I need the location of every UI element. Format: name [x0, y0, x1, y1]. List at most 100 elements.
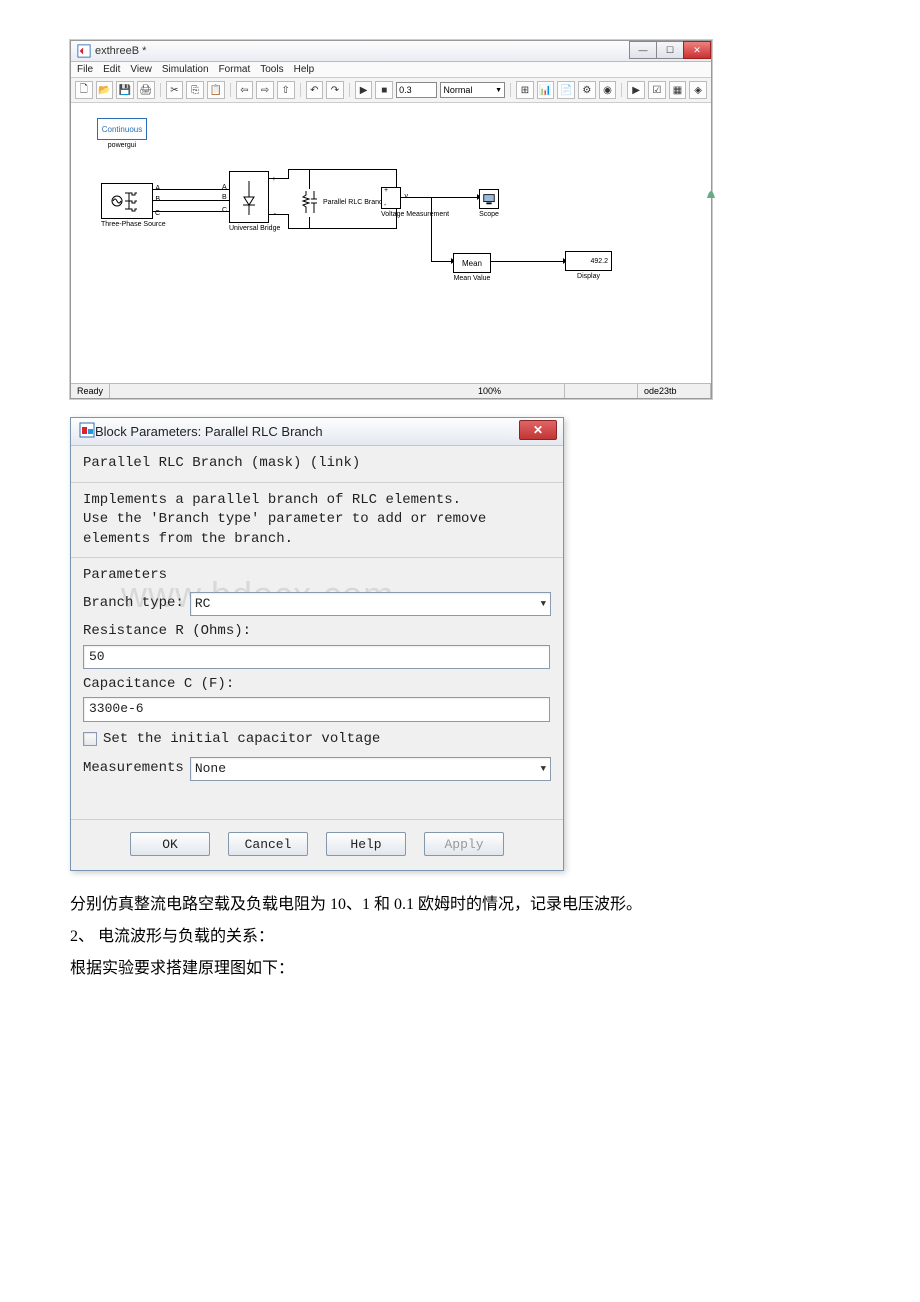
- maximize-button[interactable]: ☐: [656, 41, 684, 59]
- branch-type-label: Branch type:: [83, 594, 184, 614]
- save-icon[interactable]: 💾: [116, 81, 134, 99]
- side-decoration: [707, 184, 715, 198]
- simulink-menubar: File Edit View Simulation Format Tools H…: [71, 62, 711, 78]
- ok-button[interactable]: OK: [130, 832, 210, 856]
- cn-line1: 分别仿真整流电路空载及负载电阻为 10、1 和 0.1 欧姆时的情况，记录电压波…: [70, 889, 850, 921]
- apply-button[interactable]: Apply: [424, 832, 504, 856]
- display-value: 492.2: [565, 251, 612, 271]
- mean-text: Mean: [453, 253, 491, 273]
- chevron-down-icon: ▼: [541, 598, 546, 611]
- capacitance-label: Capacitance C (F):: [83, 675, 551, 695]
- bridge-port-b: B: [222, 194, 227, 201]
- branch-type-select[interactable]: RC ▼: [190, 592, 551, 616]
- vm-plus: +: [384, 187, 388, 194]
- three-phase-label: Three-Phase Source: [101, 221, 166, 228]
- menu-edit[interactable]: Edit: [103, 64, 120, 75]
- tool-icon-1[interactable]: ⊞: [516, 81, 534, 99]
- capacitance-input[interactable]: 3300e-6: [83, 697, 550, 721]
- menu-help[interactable]: Help: [294, 64, 315, 75]
- tool-icon-5[interactable]: ◉: [599, 81, 617, 99]
- measurements-value: None: [195, 760, 226, 778]
- print-icon[interactable]: 🖨: [137, 81, 155, 99]
- display-label: Display: [565, 273, 612, 280]
- dialog-desc-line2: Use the 'Branch type' parameter to add o…: [83, 510, 551, 549]
- tool-icon-7[interactable]: ☑: [648, 81, 666, 99]
- bridge-port-a: A: [222, 184, 227, 191]
- menu-simulation[interactable]: Simulation: [162, 64, 209, 75]
- measurements-label: Measurements: [83, 759, 184, 779]
- dialog-close-button[interactable]: ✕: [519, 420, 557, 440]
- set-initial-checkbox[interactable]: [83, 732, 97, 746]
- minimize-button[interactable]: —: [629, 41, 657, 59]
- chevron-down-icon: ▼: [541, 763, 546, 776]
- cn-line3: 根据实验要求搭建原理图如下：: [70, 953, 850, 985]
- rlc-branch-block[interactable]: Parallel RLC Branch: [301, 189, 319, 217]
- stop-time-field[interactable]: 0.3: [396, 82, 437, 98]
- close-button[interactable]: ✕: [683, 41, 711, 59]
- mode-select[interactable]: Normal▼: [440, 82, 505, 98]
- set-initial-label: Set the initial capacitor voltage: [103, 730, 380, 750]
- simulink-statusbar: Ready 100% ode23tb: [71, 383, 711, 398]
- stop-icon[interactable]: ■: [375, 81, 393, 99]
- open-icon[interactable]: 📂: [96, 81, 114, 99]
- dialog-desc-line1: Implements a parallel branch of RLC elem…: [83, 491, 551, 511]
- simulink-titlebar: exthreeB * — ☐ ✕: [71, 41, 711, 62]
- menu-format[interactable]: Format: [219, 64, 251, 75]
- scope-block[interactable]: Scope: [479, 189, 499, 218]
- bridge-port-c: C: [222, 207, 227, 214]
- help-button[interactable]: Help: [326, 832, 406, 856]
- simulink-title: exthreeB *: [95, 45, 146, 57]
- dialog-description: Implements a parallel branch of RLC elem…: [71, 483, 563, 559]
- resistance-input[interactable]: 50: [83, 645, 550, 669]
- tool-icon-9[interactable]: ◈: [689, 81, 707, 99]
- cancel-button[interactable]: Cancel: [228, 832, 308, 856]
- back-icon[interactable]: ⇦: [236, 81, 254, 99]
- menu-view[interactable]: View: [130, 64, 152, 75]
- copy-icon[interactable]: ⎘: [186, 81, 204, 99]
- universal-bridge-block[interactable]: A B C + - Universal Bridge: [229, 171, 280, 232]
- up-icon[interactable]: ⇧: [277, 81, 295, 99]
- parameters-label: Parameters: [83, 566, 551, 586]
- simulink-toolbar: 🗋 📂 💾 🖨 ✂ ⎘ 📋 ⇦ ⇨ ⇧ ↶ ↷ ▶ ■ 0.3 Normal▼ …: [71, 78, 711, 103]
- scope-label: Scope: [479, 211, 499, 218]
- tool-icon-2[interactable]: 📊: [537, 81, 555, 99]
- simulink-dialog-icon: [79, 422, 95, 441]
- dialog-titlebar: Block Parameters: Parallel RLC Branch ✕: [71, 418, 563, 446]
- vm-minus: -: [384, 202, 386, 209]
- document-text: 分别仿真整流电路空载及负载电阻为 10、1 和 0.1 欧姆时的情况，记录电压波…: [70, 889, 850, 985]
- redo-icon[interactable]: ↷: [326, 81, 344, 99]
- resistance-label: Resistance R (Ohms):: [83, 622, 551, 642]
- simulink-icon: [77, 44, 91, 58]
- cut-icon[interactable]: ✂: [166, 81, 184, 99]
- new-icon[interactable]: 🗋: [75, 81, 93, 99]
- menu-file[interactable]: File: [77, 64, 93, 75]
- voltage-measurement-block[interactable]: + - v Voltage Measurement: [381, 187, 449, 218]
- powergui-block[interactable]: Continuous powergui: [97, 118, 147, 149]
- tool-icon-3[interactable]: 📄: [557, 81, 575, 99]
- paste-icon[interactable]: 📋: [207, 81, 225, 99]
- measurements-select[interactable]: None ▼: [190, 757, 551, 781]
- menu-tools[interactable]: Tools: [260, 64, 283, 75]
- undo-icon[interactable]: ↶: [306, 81, 324, 99]
- mean-value-block[interactable]: Mean Mean Value: [453, 253, 491, 282]
- status-ready: Ready: [71, 384, 110, 398]
- block-parameters-dialog: Block Parameters: Parallel RLC Branch ✕ …: [70, 417, 564, 871]
- branch-type-value: RC: [195, 595, 211, 613]
- vmeas-label: Voltage Measurement: [381, 211, 449, 218]
- dialog-parameters-section: www.bdocx.com Parameters Branch type: RC…: [71, 558, 563, 819]
- simulink-canvas[interactable]: Continuous powergui A B C Th: [71, 103, 711, 383]
- universal-bridge-label: Universal Bridge: [229, 225, 280, 232]
- simulink-window: exthreeB * — ☐ ✕ File Edit View Simulati…: [70, 40, 712, 399]
- rlc-label: Parallel RLC Branch: [323, 199, 386, 206]
- dialog-button-row: OK Cancel Help Apply: [71, 819, 563, 870]
- mean-label: Mean Value: [453, 275, 491, 282]
- display-block[interactable]: 492.2 Display: [565, 251, 612, 280]
- play-icon[interactable]: ▶: [355, 81, 373, 99]
- tool-icon-6[interactable]: ▶: [627, 81, 645, 99]
- tool-icon-8[interactable]: ▦: [669, 81, 687, 99]
- dialog-mask-line: Parallel RLC Branch (mask) (link): [71, 446, 563, 483]
- forward-icon[interactable]: ⇨: [256, 81, 274, 99]
- powergui-label: powergui: [97, 142, 147, 149]
- dialog-title: Block Parameters: Parallel RLC Branch: [95, 424, 323, 439]
- tool-icon-4[interactable]: ⚙: [578, 81, 596, 99]
